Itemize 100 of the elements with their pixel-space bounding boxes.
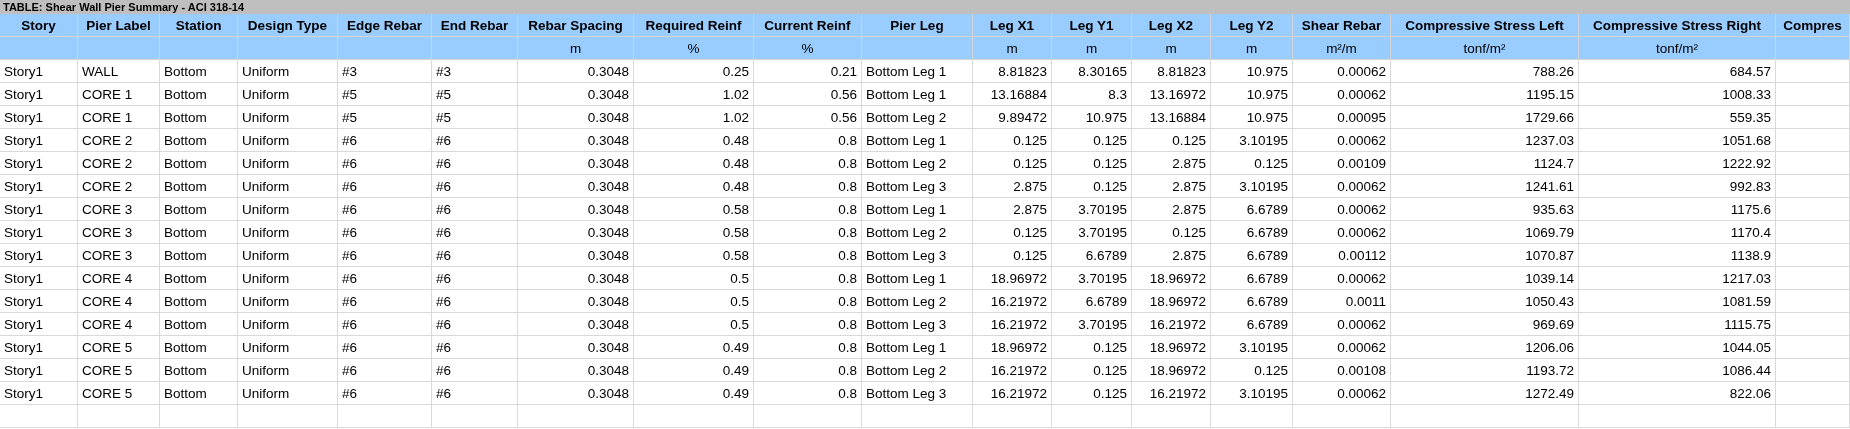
table-cell: #5: [432, 83, 518, 106]
table-cell: #6: [432, 175, 518, 198]
table-cell: 0.125: [1132, 221, 1211, 244]
column-header: Design Type: [238, 14, 338, 37]
table-cell: 0.125: [1211, 152, 1293, 175]
table-cell: Story1: [0, 382, 78, 405]
table-cell: 6.6789: [1211, 221, 1293, 244]
table-cell: CORE 4: [78, 313, 160, 336]
table-cell: 0.3048: [518, 313, 634, 336]
table-cell: Story1: [0, 106, 78, 129]
table-cell: #6: [432, 152, 518, 175]
table-cell: CORE 5: [78, 382, 160, 405]
table-cell: #5: [338, 83, 432, 106]
table-cell: 969.69: [1391, 313, 1579, 336]
table-cell: Bottom Leg 1: [862, 60, 973, 83]
table-cell: 1115.75: [1579, 313, 1776, 336]
table-cell: Bottom Leg 1: [862, 267, 973, 290]
table-cell: 0.8: [754, 175, 862, 198]
table-cell: 2.875: [1132, 175, 1211, 198]
unit-cell: m²/m: [1293, 37, 1391, 60]
table-cell: 0.8: [754, 198, 862, 221]
table-cell: 1175.6: [1579, 198, 1776, 221]
table-cell: Story1: [0, 244, 78, 267]
column-header: Compressive Stress Left: [1391, 14, 1579, 37]
table-cell: 3.10195: [1211, 382, 1293, 405]
table-cell: Uniform: [238, 129, 338, 152]
column-header: Story: [0, 14, 78, 37]
table-cell: 0.00108: [1293, 359, 1391, 382]
table-cell: 3.10195: [1211, 129, 1293, 152]
table-cell: 18.96972: [1132, 359, 1211, 382]
table-cell: #6: [338, 175, 432, 198]
table-cell: #6: [432, 244, 518, 267]
table-cell: Bottom: [160, 267, 238, 290]
table-cell: 0.5: [634, 313, 754, 336]
table-cell: 0.3048: [518, 267, 634, 290]
table-cell: Uniform: [238, 336, 338, 359]
table-cell: 1170.4: [1579, 221, 1776, 244]
table-cell: 6.6789: [1211, 290, 1293, 313]
table-cell: 0.00062: [1293, 175, 1391, 198]
column-header: Pier Leg: [862, 14, 973, 37]
table-cell: Uniform: [238, 290, 338, 313]
table-cell: 18.96972: [973, 267, 1052, 290]
table-cell: #6: [432, 129, 518, 152]
table-cell: 0.00109: [1293, 152, 1391, 175]
table-cell: Story1: [0, 359, 78, 382]
table-cell: Uniform: [238, 313, 338, 336]
table-cell: Uniform: [238, 221, 338, 244]
table-cell: #6: [338, 267, 432, 290]
table-cell: Bottom Leg 3: [862, 244, 973, 267]
column-header: Leg X2: [1132, 14, 1211, 37]
table-cell: #3: [432, 60, 518, 83]
column-header: Rebar Spacing: [518, 14, 634, 37]
table-cell: 2.875: [1132, 244, 1211, 267]
table-cell: Bottom: [160, 106, 238, 129]
unit-cell: %: [754, 37, 862, 60]
column-header: Required Reinf: [634, 14, 754, 37]
table-cell: 0.58: [634, 244, 754, 267]
column-header: End Rebar: [432, 14, 518, 37]
table-cell: 1729.66: [1391, 106, 1579, 129]
column-header: Pier Label: [78, 14, 160, 37]
column-header: Compressive Stress Right: [1579, 14, 1776, 37]
table-cell: 1237.03: [1391, 129, 1579, 152]
table-cell: 0.3048: [518, 336, 634, 359]
table-cell: 0.3048: [518, 290, 634, 313]
table-cell: 0.8: [754, 382, 862, 405]
table-cell: 0.125: [1052, 129, 1132, 152]
table-cell: CORE 3: [78, 198, 160, 221]
table-cell: 0.125: [1052, 152, 1132, 175]
table-cell: CORE 1: [78, 83, 160, 106]
table-cell: 0.125: [973, 152, 1052, 175]
unit-cell: m: [1211, 37, 1293, 60]
table-cell: Uniform: [238, 244, 338, 267]
table-cell: 6.6789: [1211, 267, 1293, 290]
table-cell: 10.975: [1211, 106, 1293, 129]
table-cell: 16.21972: [973, 290, 1052, 313]
column-header: Leg Y1: [1052, 14, 1132, 37]
table-cell: #6: [338, 290, 432, 313]
table-cell: Uniform: [238, 359, 338, 382]
table-cell: 0.125: [1052, 175, 1132, 198]
table-cell: 1138.9: [1579, 244, 1776, 267]
table-cell: 0.125: [1052, 382, 1132, 405]
table-cell: 6.6789: [1211, 313, 1293, 336]
table-cell: 0.8: [754, 267, 862, 290]
table-cell: 16.21972: [973, 382, 1052, 405]
table-cell: #3: [338, 60, 432, 83]
table-cell: #5: [432, 106, 518, 129]
table-cell: Story1: [0, 336, 78, 359]
table-cell: 0.3048: [518, 106, 634, 129]
table-cell: 6.6789: [1211, 198, 1293, 221]
table-cell: 0.58: [634, 198, 754, 221]
table-cell: 10.975: [1211, 60, 1293, 83]
column-header: Current Reinf: [754, 14, 862, 37]
table-cell: CORE 1: [78, 106, 160, 129]
table-cell: 18.96972: [1132, 336, 1211, 359]
table-cell: Bottom: [160, 60, 238, 83]
table-cell: 1069.79: [1391, 221, 1579, 244]
table-cell: 0.8: [754, 244, 862, 267]
table-cell: Story1: [0, 313, 78, 336]
table-cell: 8.3: [1052, 83, 1132, 106]
column-header: Station: [160, 14, 238, 37]
